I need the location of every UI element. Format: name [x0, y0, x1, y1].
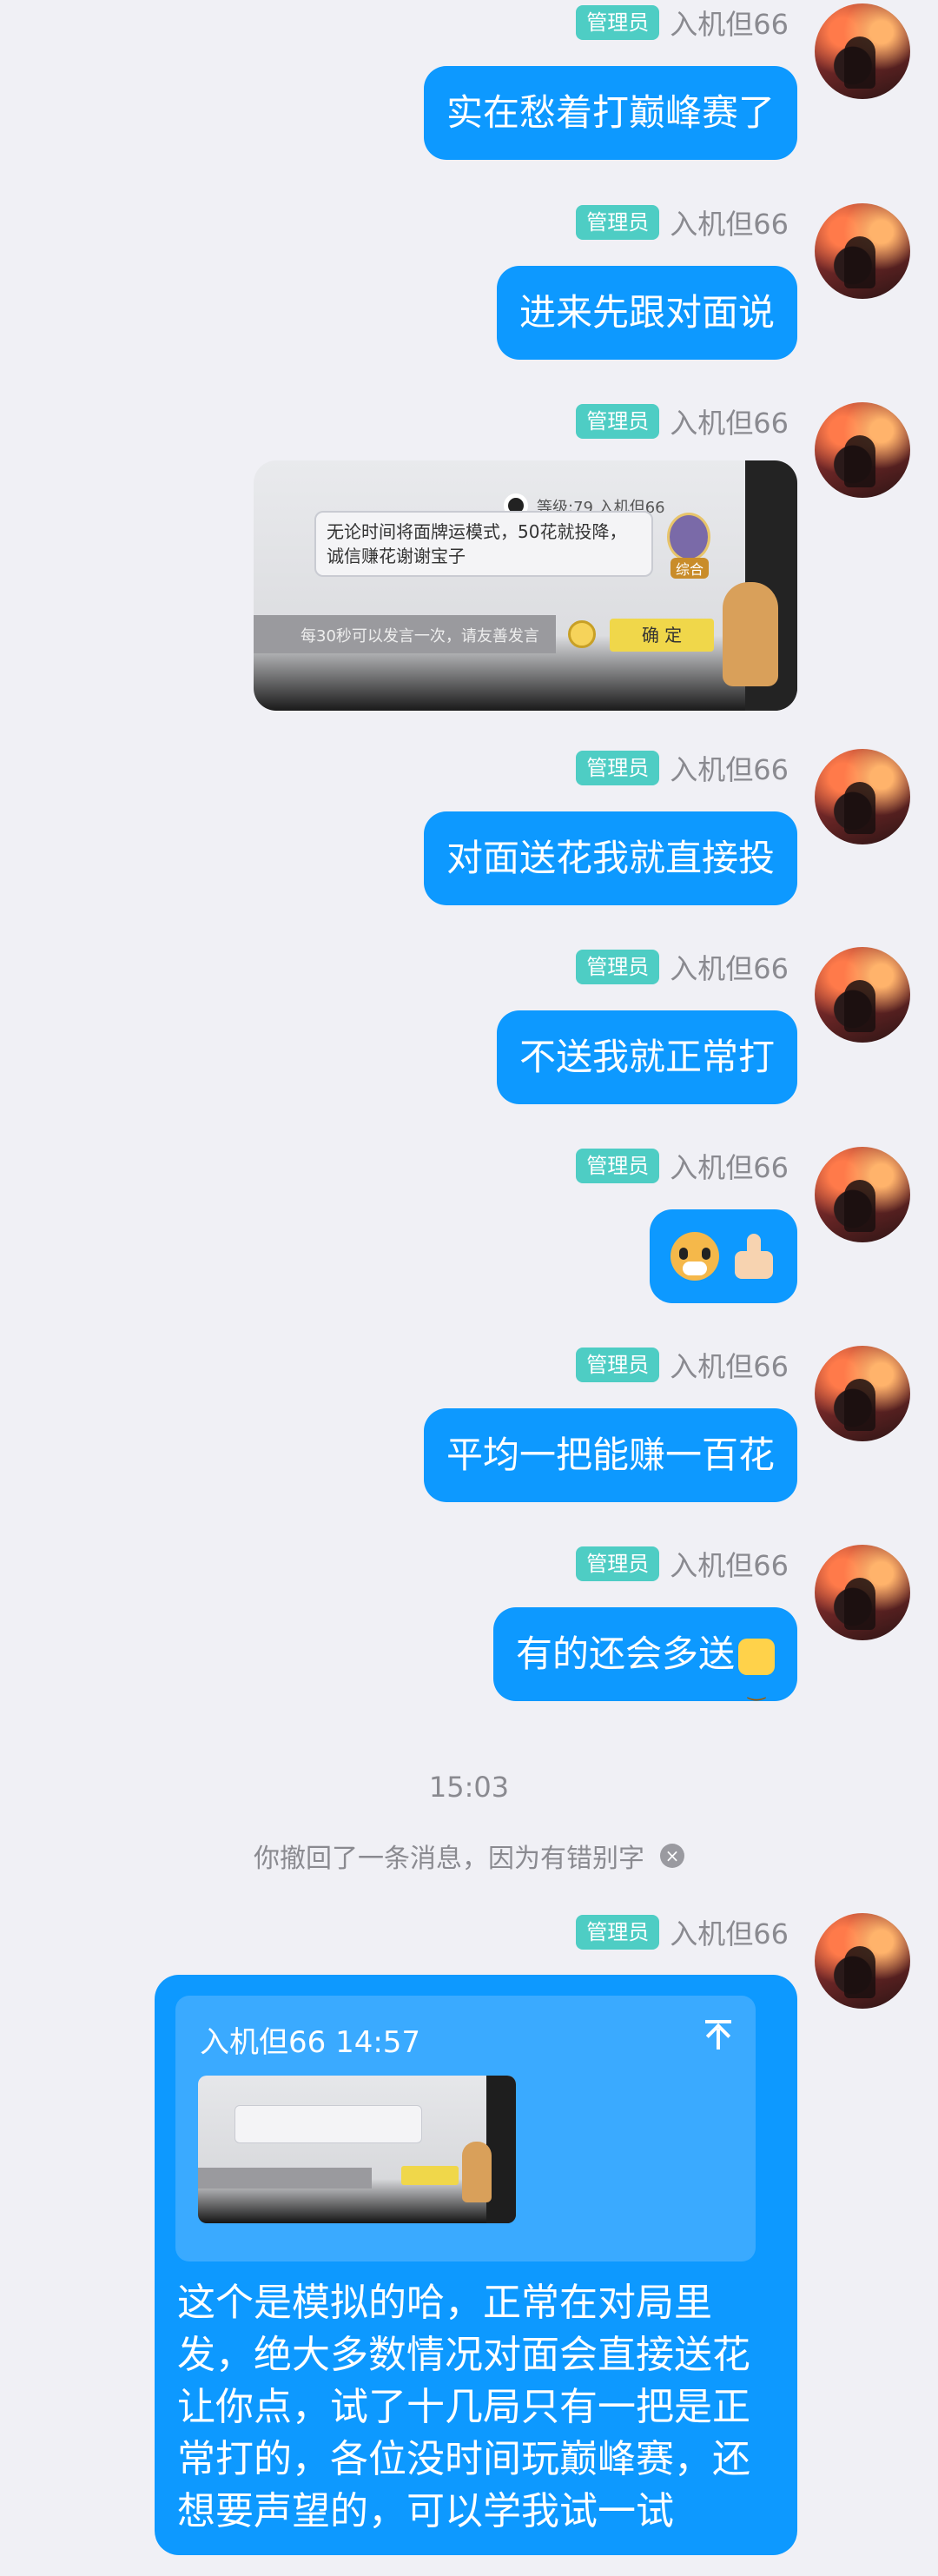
- admin-badge: 管理员: [576, 1546, 660, 1581]
- sender-nickname[interactable]: 入机但66: [670, 1345, 789, 1385]
- message-meta: 管理员 入机但66: [576, 1915, 789, 1950]
- sender-avatar[interactable]: [815, 1147, 910, 1242]
- message-text: 进来先跟对面说: [519, 291, 775, 334]
- quoted-image-thumbnail[interactable]: [198, 2076, 516, 2223]
- message-text: 有的还会多送: [515, 1632, 735, 1675]
- message-bubble[interactable]: 平均一把能赚一百花: [423, 1408, 797, 1502]
- sender-avatar[interactable]: [815, 1545, 910, 1640]
- admin-badge: 管理员: [576, 751, 660, 785]
- message-meta: 管理员 入机但66: [576, 947, 789, 987]
- message-meta: 管理员 入机但66: [576, 1146, 789, 1186]
- admin-badge: 管理员: [576, 1915, 660, 1950]
- admin-badge: 管理员: [576, 950, 660, 984]
- reply-bubble[interactable]: 入机但66 14:57 这个是模拟的哈，正常在对局里发，绝大多数情况对面会直接送…: [155, 1975, 797, 2555]
- smile-emoji-icon: [738, 1638, 775, 1736]
- message-bubble[interactable]: 进来先跟对面说: [496, 266, 797, 360]
- sender-avatar[interactable]: [815, 203, 910, 299]
- sender-nickname[interactable]: 入机但66: [670, 1146, 789, 1186]
- sender-avatar[interactable]: [815, 1913, 910, 2009]
- message-text: 实在愁着打巅峰赛了: [446, 91, 775, 134]
- message-text: 对面送花我就直接投: [446, 837, 775, 879]
- recall-notice-text: 你撤回了一条消息，因为有错别字: [254, 1844, 644, 1874]
- timestamp: 15:03: [428, 1771, 510, 1804]
- screenshot-input-hint: 每30秒可以发言一次，请友善发言: [301, 627, 539, 646]
- message-meta: 管理员 入机但66: [576, 401, 789, 441]
- message-bubble[interactable]: 对面送花我就直接投: [423, 811, 797, 905]
- message-meta: 管理员 入机但66: [576, 1544, 789, 1584]
- sender-nickname[interactable]: 入机但66: [670, 1544, 789, 1584]
- recall-notice: 你撤回了一条消息，因为有错别字 ×: [0, 1837, 938, 1875]
- message-meta: 管理员 入机但66: [576, 1345, 789, 1385]
- screenshot-tag: 综合: [670, 558, 710, 579]
- admin-badge: 管理员: [576, 205, 660, 240]
- cat-face-icon: [670, 1232, 719, 1281]
- message-meta: 管理员 入机但66: [576, 202, 789, 242]
- dog-sticker-icon: [723, 582, 778, 686]
- screenshot-chat-text: 无论时间将面牌运模式，50花就投降，诚信赚花谢谢宝子: [314, 511, 653, 577]
- sender-avatar[interactable]: [815, 1346, 910, 1441]
- thumbs-up-icon: [728, 1232, 776, 1281]
- smiley-icon: [568, 620, 596, 648]
- sender-nickname[interactable]: 入机但66: [670, 401, 789, 441]
- sender-nickname[interactable]: 入机但66: [670, 748, 789, 788]
- message-text: 平均一把能赚一百花: [446, 1434, 775, 1476]
- image-message[interactable]: 等级:79 入机但66 无论时间将面牌运模式，50花就投降，诚信赚花谢谢宝子 综…: [254, 460, 797, 711]
- sender-nickname[interactable]: 入机但66: [670, 947, 789, 987]
- sender-nickname[interactable]: 入机但66: [670, 202, 789, 242]
- sender-avatar[interactable]: [815, 947, 910, 1043]
- message-bubble[interactable]: 实在愁着打巅峰赛了: [423, 66, 797, 160]
- message-bubble[interactable]: 有的还会多送: [492, 1607, 797, 1736]
- jump-to-top-icon[interactable]: [705, 2020, 731, 2050]
- message-text: 不送我就正常打: [519, 1036, 775, 1078]
- admin-badge: 管理员: [576, 5, 660, 40]
- message-meta: 管理员 入机但66: [576, 3, 789, 43]
- sender-avatar[interactable]: [815, 3, 910, 99]
- admin-badge: 管理员: [576, 1149, 660, 1183]
- sender-avatar[interactable]: [815, 402, 910, 498]
- reply-text: 这个是模拟的哈，正常在对局里发，绝大多数情况对面会直接送花让你点，试了十几局只有…: [177, 2281, 750, 2533]
- avatar-icon: [667, 513, 710, 561]
- quoted-header: 入机但66 14:57: [200, 2025, 421, 2060]
- message-bubble[interactable]: 不送我就正常打: [496, 1010, 797, 1104]
- quoted-message[interactable]: 入机但66 14:57: [175, 1996, 756, 2261]
- sender-nickname[interactable]: 入机但66: [670, 1912, 789, 1952]
- admin-badge: 管理员: [576, 1348, 660, 1382]
- sticker-bubble[interactable]: [650, 1209, 797, 1303]
- message-meta: 管理员 入机但66: [576, 748, 789, 788]
- screenshot-input-bar: 每30秒可以发言一次，请友善发言: [254, 615, 556, 653]
- admin-badge: 管理员: [576, 404, 660, 439]
- sender-nickname[interactable]: 入机但66: [670, 3, 789, 43]
- close-icon[interactable]: ×: [660, 1844, 684, 1868]
- sender-avatar[interactable]: [815, 749, 910, 844]
- screenshot-confirm-button: 确 定: [610, 619, 714, 652]
